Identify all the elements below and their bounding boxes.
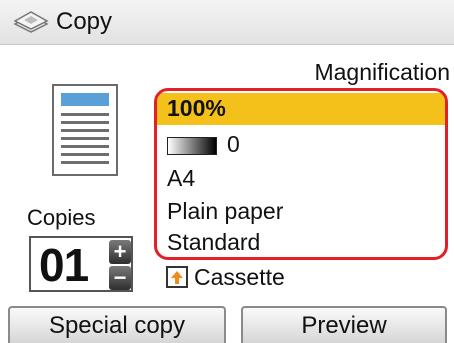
print-quality-value: Standard — [167, 229, 261, 255]
cassette-icon — [166, 265, 188, 288]
copies-label: Copies — [27, 205, 96, 230]
density-setting[interactable]: 0 — [167, 129, 240, 159]
media-type-value: Plain paper — [167, 198, 284, 224]
special-copy-button[interactable]: Special copy — [8, 306, 226, 343]
print-quality-setting[interactable]: Standard — [167, 227, 260, 257]
copy-scanner-icon — [12, 10, 50, 39]
document-preview-icon — [52, 84, 118, 181]
copies-value[interactable]: 01 — [39, 240, 89, 290]
media-type-setting[interactable]: Plain paper — [167, 196, 283, 226]
density-value: 0 — [227, 131, 240, 157]
page-title: Copy — [56, 8, 113, 35]
magnification-value: 100% — [167, 95, 226, 121]
title-bar: Copy — [0, 0, 454, 45]
density-gradient-icon — [167, 136, 217, 155]
magnification-setting[interactable]: 100% — [157, 93, 445, 125]
increase-copies-button[interactable]: + — [109, 240, 131, 264]
page-size-value: A4 — [167, 165, 196, 191]
preview-button[interactable]: Preview — [241, 306, 447, 343]
copies-stepper[interactable]: 01 + − — [29, 236, 133, 292]
paper-source-indicator: Cassette — [166, 263, 285, 291]
page-size-setting[interactable]: A4 — [167, 163, 195, 193]
copy-settings-panel: 100% 0 A4 Plain paper Standard — [154, 88, 448, 260]
setting-name-label: Magnification — [314, 59, 450, 85]
decrease-copies-button[interactable]: − — [109, 266, 131, 290]
paper-source-label: Cassette — [194, 264, 285, 290]
